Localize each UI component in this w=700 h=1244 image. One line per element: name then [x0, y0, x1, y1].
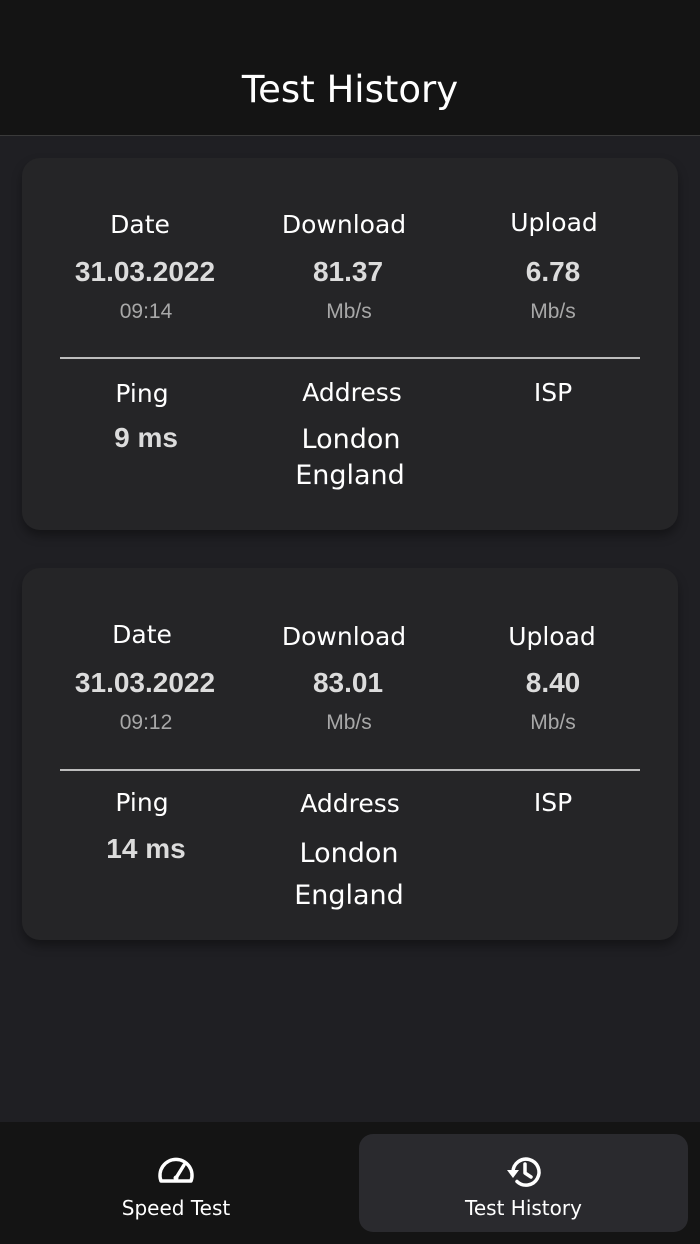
download-label: Download: [281, 210, 407, 239]
upload-label: Upload: [508, 622, 596, 651]
upload-value: 8.40: [525, 667, 581, 698]
test-result-card: Date 31.03.2022 09:12 Download 83.01 Mb/…: [22, 568, 678, 940]
address-label: Address: [300, 789, 400, 818]
upload-unit: Mb/s: [530, 300, 576, 323]
upload-unit: Mb/s: [530, 711, 576, 734]
time-value: 09:14: [119, 300, 173, 323]
isp-label: ISP: [533, 378, 573, 407]
ping-value: 9 ms: [114, 422, 178, 453]
nav-item-speed-test[interactable]: Speed Test: [0, 1134, 352, 1232]
download-unit: Mb/s: [326, 300, 372, 323]
ping-label: Ping: [115, 788, 169, 817]
bottom-navigation: Speed Test Test History: [0, 1122, 700, 1244]
divider: [60, 357, 640, 359]
address-city: London: [301, 424, 401, 455]
divider: [60, 769, 640, 771]
date-value: 31.03.2022: [74, 667, 216, 698]
nav-label-speed-test: Speed Test: [121, 1196, 231, 1220]
page-title: Test History: [241, 68, 459, 111]
download-label: Download: [281, 622, 407, 651]
history-icon: [506, 1157, 541, 1187]
date-label: Date: [112, 620, 172, 649]
test-result-card: Date 31.03.2022 09:14 Download 81.37 Mb/…: [22, 158, 678, 530]
isp-label: ISP: [533, 788, 573, 817]
download-value: 81.37: [312, 256, 384, 287]
speedometer-icon: [158, 1157, 194, 1183]
app-header: Test History: [0, 0, 700, 136]
upload-value: 6.78: [525, 256, 581, 287]
address-city: London: [299, 838, 399, 869]
address-region: England: [294, 880, 404, 911]
address-label: Address: [302, 378, 402, 407]
address-region: England: [295, 460, 405, 491]
nav-label-test-history: Test History: [465, 1196, 582, 1220]
time-value: 09:12: [119, 711, 173, 734]
date-label: Date: [110, 210, 170, 239]
date-value: 31.03.2022: [74, 256, 216, 287]
download-unit: Mb/s: [326, 711, 372, 734]
nav-item-test-history[interactable]: Test History: [359, 1134, 688, 1232]
download-value: 83.01: [312, 667, 384, 698]
upload-label: Upload: [510, 208, 598, 237]
ping-value: 14 ms: [106, 833, 186, 864]
ping-label: Ping: [115, 379, 169, 408]
